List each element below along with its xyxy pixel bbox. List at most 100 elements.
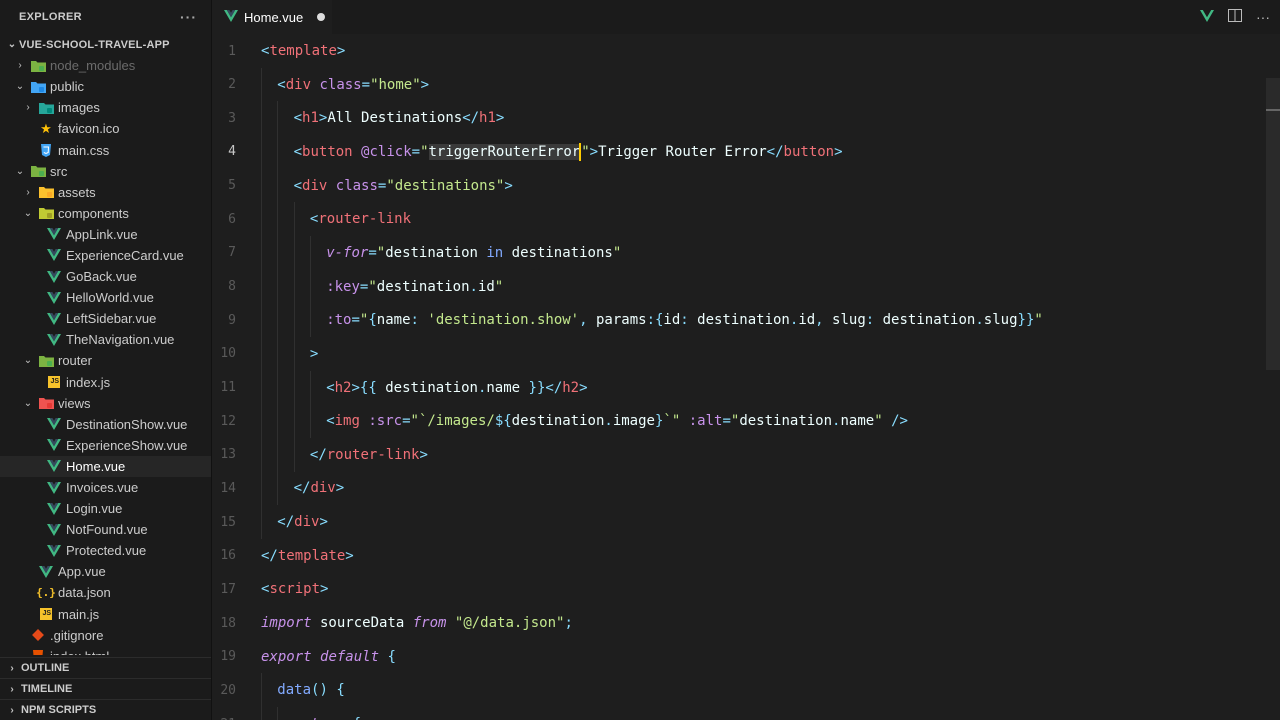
file-tree-item[interactable]: App.vue <box>0 561 211 582</box>
code-line[interactable]: 16 </template> <box>212 539 1280 573</box>
file-tree-label: Invoices.vue <box>66 480 139 496</box>
code-line[interactable]: 13 </router-link> <box>212 438 1280 472</box>
code-line[interactable]: 9:to= " {name: 'destination.show', params:… <box>212 303 1280 337</box>
file-tree-label: index.js <box>66 374 111 390</box>
file-tree-item[interactable]: JS index.js <box>0 372 211 393</box>
vue-devtools-icon[interactable] <box>1200 9 1214 25</box>
code-line[interactable]: 15 </div> <box>212 505 1280 539</box>
code-token: div <box>302 177 328 194</box>
json-icon: {.} <box>36 586 56 600</box>
code-text: <h2>{{ destination.name }}</h2> <box>326 380 587 396</box>
vue-file-icon <box>224 9 238 25</box>
code-line[interactable]: 4 <button @click="triggerRouterError">Tri… <box>212 135 1280 169</box>
code-text: </router-link> <box>310 447 428 463</box>
file-tree-label: router <box>58 353 92 369</box>
code-line[interactable]: 5 <div class="destinations"> <box>212 169 1280 203</box>
code-token: sourceData <box>311 615 413 632</box>
file-tree-item[interactable]: NotFound.vue <box>0 519 211 540</box>
code-token: : <box>410 312 419 329</box>
code-line[interactable]: 6 <router-link <box>212 202 1280 236</box>
file-tree-item[interactable]: ⌄ router <box>0 350 211 371</box>
file-tree-item[interactable]: HelloWorld.vue <box>0 287 211 308</box>
code-token: > <box>309 345 319 362</box>
code-token: @click <box>361 143 412 160</box>
file-tree-item[interactable]: › node_modules <box>0 55 211 76</box>
code-token: "home" <box>370 76 421 93</box>
unsaved-dot-icon[interactable] <box>317 13 326 21</box>
file-tree-item[interactable]: Protected.vue <box>0 540 211 561</box>
file-tree-item[interactable]: DestinationShow.vue <box>0 414 211 435</box>
line-number: 8 <box>228 279 236 295</box>
code-token: /> <box>891 413 908 430</box>
code-token: { <box>368 312 377 329</box>
code-editor[interactable]: 1 <template> 2 <div class="home"> 3 <h1>All D… <box>212 34 1280 720</box>
code-line[interactable]: 8:key="destination.id" <box>212 270 1280 304</box>
code-line[interactable]: 18 import sourceData from "@/data.json"; <box>212 606 1280 640</box>
file-tree-item[interactable]: index.html <box>0 646 211 655</box>
code-token: ${ <box>494 413 512 430</box>
file-tree-item[interactable]: ⌄ components <box>0 203 211 224</box>
file-tree-item[interactable]: ★ favicon.ico <box>0 118 211 139</box>
code-line[interactable]: 14 </div> <box>212 471 1280 505</box>
code-text: <div class="home"> <box>277 77 429 93</box>
code-line[interactable]: 7 v-for="destination in destinations" <box>212 236 1280 270</box>
indent-guide <box>261 303 262 338</box>
chevron-right-icon: › <box>10 704 14 716</box>
more-editor-actions-icon[interactable]: ··· <box>1256 9 1270 25</box>
code-line[interactable]: 20 data() { <box>212 673 1280 707</box>
indent-guide <box>261 370 262 405</box>
vue-icon <box>46 502 62 516</box>
file-tree-item[interactable]: Invoices.vue <box>0 477 211 498</box>
more-actions-icon[interactable]: ··· <box>180 9 197 25</box>
file-tree-item[interactable]: Home.vue <box>0 455 211 477</box>
line-number: 6 <box>228 211 236 227</box>
section-npm-scripts[interactable]: › NPM SCRIPTS <box>0 699 211 720</box>
code-line[interactable]: 12 <img :src="`/images/${destination.imag… <box>212 404 1280 438</box>
section-outline[interactable]: › OUTLINE <box>0 657 211 678</box>
file-tree-item[interactable]: ⌄ public <box>0 76 211 97</box>
vue-icon <box>46 227 62 241</box>
file-tree-item[interactable]: ExperienceCard.vue <box>0 245 211 266</box>
code-line[interactable]: 1 <template> <box>212 34 1280 68</box>
section-timeline[interactable]: › TIMELINE <box>0 678 211 699</box>
code-text: <div class="destinations"> <box>294 178 513 194</box>
file-tree-item[interactable]: main.css <box>0 139 211 160</box>
file-tree-item[interactable]: ExperienceShow.vue <box>0 435 211 456</box>
file-tree-item[interactable]: .gitignore <box>0 625 211 646</box>
code-line[interactable]: 19 export default { <box>212 640 1280 674</box>
code-token: id <box>477 278 495 295</box>
tab-home-vue[interactable]: Home.vue <box>212 0 332 34</box>
code-token: export <box>261 648 312 665</box>
code-line[interactable]: 21 return { <box>212 707 1280 720</box>
file-tree-item[interactable]: JS main.js <box>0 604 211 625</box>
code-line[interactable]: 2 <div class="home"> <box>212 68 1280 102</box>
code-text: data() { <box>277 682 344 698</box>
file-tree-label: Login.vue <box>66 501 123 517</box>
code-token: . <box>604 413 613 430</box>
file-tree-item[interactable]: {.} data.json <box>0 582 211 603</box>
file-tree-item[interactable]: › assets <box>0 182 211 203</box>
line-number: 19 <box>220 649 236 665</box>
file-tree-item[interactable]: TheNavigation.vue <box>0 329 211 350</box>
code-line[interactable]: 11 <h2>{{ destination.name }}</h2> <box>212 371 1280 405</box>
code-token: . <box>469 278 478 295</box>
file-tree-item[interactable]: AppLink.vue <box>0 224 211 245</box>
code-line[interactable]: 3 <h1>All Destinations</h1> <box>212 101 1280 135</box>
code-token: = <box>368 244 377 261</box>
file-tree-item[interactable]: GoBack.vue <box>0 266 211 287</box>
file-tree-item[interactable]: Login.vue <box>0 498 211 519</box>
file-tree-item[interactable]: › images <box>0 97 211 118</box>
file-tree-item[interactable]: ⌄ src <box>0 161 211 182</box>
line-number: 20 <box>220 682 236 698</box>
code-text: return { <box>294 716 361 720</box>
file-tree-item[interactable]: LeftSidebar.vue <box>0 308 211 329</box>
code-line[interactable]: 17 <script> <box>212 572 1280 606</box>
file-tree-item[interactable]: ⌄ views <box>0 393 211 414</box>
split-editor-icon[interactable] <box>1228 9 1242 25</box>
file-tree-label: node_modules <box>50 58 136 74</box>
project-root[interactable]: ⌄ VUE-SCHOOL-TRAVEL-APP <box>0 34 211 55</box>
code-line[interactable]: 10 > <box>212 337 1280 371</box>
indent-guide <box>277 202 279 237</box>
